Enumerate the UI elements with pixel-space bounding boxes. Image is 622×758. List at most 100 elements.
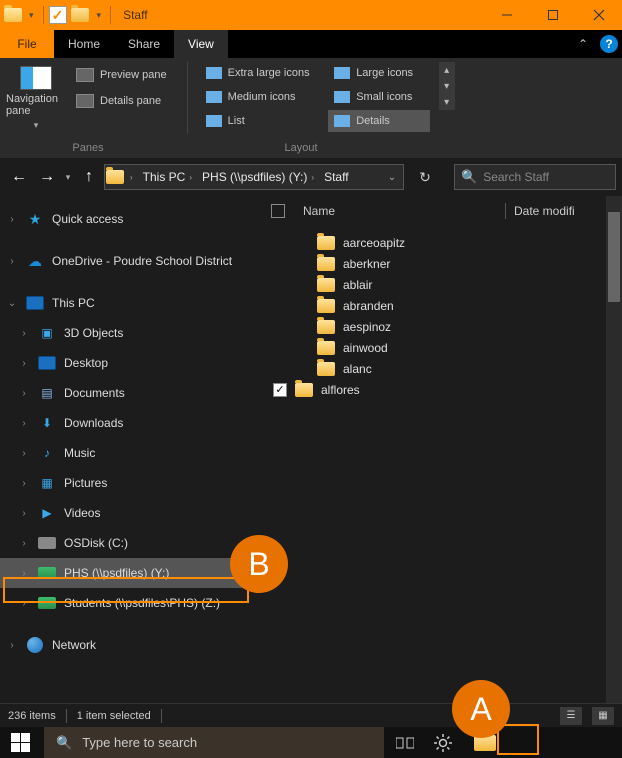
collapse-ribbon-button[interactable]: ⌃	[570, 30, 596, 58]
tab-view[interactable]: View	[174, 30, 228, 58]
file-name: alflores	[321, 383, 360, 397]
column-name[interactable]: Name	[295, 204, 505, 218]
address-bar-row: ← → ▾ ↑ › This PC› PHS (\\psdfiles) (Y:)…	[0, 158, 622, 196]
tree-pictures[interactable]: › ▦ Pictures	[0, 468, 265, 498]
preview-pane-label: Preview pane	[100, 69, 167, 81]
file-name: alanc	[343, 362, 372, 376]
start-button[interactable]	[0, 727, 40, 758]
view-details-button[interactable]: ☰	[560, 707, 582, 725]
column-date[interactable]: Date modifi	[506, 204, 583, 218]
document-icon: ▤	[38, 385, 56, 401]
chevron-right-icon[interactable]: ›	[18, 538, 30, 549]
qat-separator2	[110, 6, 111, 24]
breadcrumb-this-pc[interactable]: This PC›	[138, 165, 197, 189]
address-bar[interactable]: › This PC› PHS (\\psdfiles) (Y:)› Staff …	[104, 164, 404, 190]
list-item[interactable]: aarceoapitz	[265, 232, 622, 253]
back-button[interactable]: ←	[6, 164, 32, 190]
search-box[interactable]: 🔍 Search Staff	[454, 164, 616, 190]
navigation-tree[interactable]: › ★ Quick access › ☁ OneDrive - Poudre S…	[0, 196, 265, 703]
navigation-pane-button[interactable]: Navigation pane ▾	[6, 62, 66, 134]
chevron-right-icon[interactable]: ›	[18, 508, 30, 519]
breadcrumb-staff[interactable]: Staff	[319, 165, 353, 189]
qat-dropdown[interactable]: ▾	[93, 10, 106, 21]
scrollbar-thumb[interactable]	[608, 212, 620, 302]
tree-music[interactable]: › ♪ Music	[0, 438, 265, 468]
chevron-right-icon[interactable]: ›	[18, 388, 30, 399]
app-folder-icon	[4, 8, 22, 22]
ribbon-group-panes: Navigation pane ▾ Preview pane Details p…	[6, 62, 175, 134]
chevron-right-icon[interactable]: ›	[6, 640, 18, 651]
layout-extra-large-icons[interactable]: Extra large icons	[200, 62, 327, 84]
tree-onedrive[interactable]: › ☁ OneDrive - Poudre School District	[0, 246, 265, 276]
layout-scroll-more-icon[interactable]: ▾	[439, 94, 455, 110]
refresh-button[interactable]: ↻	[412, 164, 438, 190]
layout-medium-icons[interactable]: Medium icons	[200, 86, 327, 108]
qat-properties-button[interactable]: ✓	[49, 6, 67, 24]
details-pane-button[interactable]: Details pane	[72, 90, 175, 112]
tree-documents[interactable]: › ▤ Documents	[0, 378, 265, 408]
tree-downloads[interactable]: › ⬇ Downloads	[0, 408, 265, 438]
tree-desktop[interactable]: › Desktop	[0, 348, 265, 378]
list-item[interactable]: alanc	[265, 358, 622, 379]
chevron-right-icon[interactable]: ›	[6, 214, 18, 225]
address-dropdown[interactable]: ⌄	[381, 165, 403, 189]
navigation-pane-label: Navigation pane	[6, 93, 66, 117]
layout-scroll[interactable]: ▴ ▾ ▾	[439, 62, 455, 134]
tree-quick-access[interactable]: › ★ Quick access	[0, 204, 265, 234]
select-all-checkbox[interactable]	[271, 204, 285, 218]
layout-large-icons[interactable]: Large icons	[328, 62, 429, 84]
row-checkbox[interactable]: ✓	[273, 383, 287, 397]
qat-app-dropdown[interactable]: ▾	[25, 10, 38, 21]
status-separator	[66, 709, 67, 723]
taskbar-search[interactable]: 🔍 Type here to search	[44, 727, 384, 758]
preview-pane-icon	[76, 68, 94, 82]
tree-this-pc[interactable]: ⌄ This PC	[0, 288, 265, 318]
up-button[interactable]: ↑	[76, 164, 102, 190]
tree-phs-drive[interactable]: › PHS (\\psdfiles) (Y:)	[0, 558, 265, 588]
chevron-right-icon[interactable]: ›	[18, 448, 30, 459]
file-list[interactable]: Name Date modifi aarceoapitzaberknerabla…	[265, 196, 622, 703]
layout-scroll-down-icon[interactable]: ▾	[439, 78, 455, 94]
list-item[interactable]: aberkner	[265, 253, 622, 274]
chevron-right-icon[interactable]: ›	[18, 328, 30, 339]
chevron-right-icon[interactable]: ›	[18, 478, 30, 489]
tree-osdisk[interactable]: › OSDisk (C:)	[0, 528, 265, 558]
maximize-button[interactable]	[530, 0, 576, 30]
qat-newfolder-button[interactable]	[70, 5, 90, 25]
history-dropdown[interactable]: ▾	[62, 172, 74, 183]
list-item[interactable]: ainwood	[265, 337, 622, 358]
tab-home[interactable]: Home	[54, 30, 114, 58]
cube-icon: ▣	[38, 325, 56, 341]
help-button[interactable]: ?	[600, 35, 618, 53]
tab-share[interactable]: Share	[114, 30, 174, 58]
forward-button[interactable]: →	[34, 164, 60, 190]
list-item[interactable]: ablair	[265, 274, 622, 295]
view-thumbnails-button[interactable]: ▦	[592, 707, 614, 725]
chevron-right-icon[interactable]: ›	[6, 256, 18, 267]
breadcrumb-root-chevron[interactable]: ›	[125, 165, 138, 189]
tree-network[interactable]: › Network	[0, 630, 265, 660]
task-view-button[interactable]	[388, 727, 422, 758]
tree-students-drive[interactable]: › Students (\\psdfiles\PHS) (Z:)	[0, 588, 265, 618]
close-button[interactable]	[576, 0, 622, 30]
layout-small-icons[interactable]: Small icons	[328, 86, 429, 108]
settings-button[interactable]	[426, 727, 460, 758]
preview-pane-button[interactable]: Preview pane	[72, 64, 175, 86]
chevron-down-icon[interactable]: ⌄	[6, 298, 18, 309]
chevron-right-icon[interactable]: ›	[18, 418, 30, 429]
layout-scroll-up-icon[interactable]: ▴	[439, 62, 455, 78]
chevron-right-icon[interactable]: ›	[18, 598, 30, 609]
breadcrumb-drive[interactable]: PHS (\\psdfiles) (Y:)›	[197, 165, 319, 189]
layout-details[interactable]: Details	[328, 110, 429, 132]
minimize-button[interactable]	[484, 0, 530, 30]
chevron-right-icon[interactable]: ›	[18, 568, 30, 579]
file-tab[interactable]: File	[0, 30, 54, 58]
chevron-right-icon[interactable]: ›	[18, 358, 30, 369]
layout-list[interactable]: List	[200, 110, 327, 132]
tree-3d-objects[interactable]: › ▣ 3D Objects	[0, 318, 265, 348]
list-item[interactable]: abranden	[265, 295, 622, 316]
vertical-scrollbar[interactable]	[606, 196, 622, 703]
tree-videos[interactable]: › ▶ Videos	[0, 498, 265, 528]
list-item[interactable]: ✓ alflores	[265, 379, 622, 400]
list-item[interactable]: aespinoz	[265, 316, 622, 337]
